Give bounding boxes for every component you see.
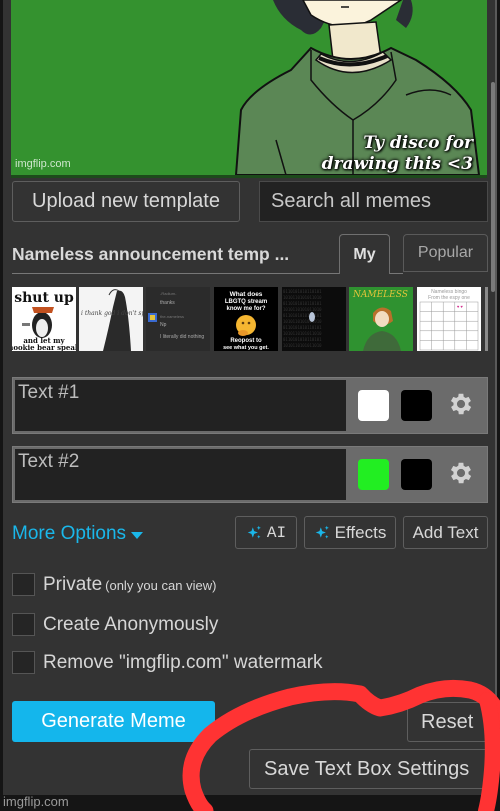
- private-option: Private (only you can view): [12, 573, 216, 596]
- svg-text:-Radium-: -Radium-: [160, 291, 177, 296]
- current-template-title: Nameless announcement temp ...: [12, 244, 290, 264]
- caption-line-2: drawing this <3: [321, 154, 473, 174]
- text-box-2-input[interactable]: [15, 449, 346, 500]
- meme-caption: Ty disco for drawing this <3: [322, 133, 473, 175]
- template-thumbnail[interactable]: i thank god i don't speak: [79, 287, 143, 351]
- generate-meme-button[interactable]: Generate Meme: [12, 701, 215, 742]
- svg-text:1010110101011010: 1010110101011010: [283, 331, 322, 336]
- svg-text:thanks: thanks: [160, 300, 175, 306]
- gear-icon[interactable]: [447, 459, 475, 487]
- ai-label: AI: [266, 523, 287, 542]
- more-options-toggle[interactable]: More Options: [12, 523, 144, 545]
- outline-color-swatch[interactable]: [401, 459, 432, 490]
- anonymous-option: Create Anonymously: [12, 613, 218, 636]
- template-thumbnail[interactable]: What does LBGTQ stream know me for? Reop…: [214, 287, 278, 351]
- svg-text:1010110101011010: 1010110101011010: [283, 319, 322, 324]
- private-label: Private (only you can view): [43, 573, 217, 595]
- svg-text:Np: Np: [160, 322, 167, 328]
- sparkle-icon: [247, 525, 261, 539]
- svg-text:know me for?: know me for?: [226, 306, 265, 312]
- text-color-swatch[interactable]: [358, 390, 389, 421]
- template-thumbnail-strip: shut up and let my nookie bear speak i t…: [12, 287, 488, 351]
- svg-text:i thank god i don't speak: i thank god i don't speak: [81, 310, 143, 317]
- outline-color-swatch[interactable]: [401, 390, 432, 421]
- anonymous-label: Create Anonymously: [43, 613, 219, 635]
- text-box-row-2: [12, 446, 488, 503]
- remove-watermark-label: Remove "imgflip.com" watermark: [43, 651, 323, 673]
- caret-down-icon: [131, 531, 144, 539]
- effects-label: Effects: [334, 522, 387, 542]
- meme-preview: Ty disco for drawing this <3 imgflip.com: [11, 0, 487, 175]
- svg-text:What does: What does: [230, 291, 263, 298]
- preview-border: [11, 175, 487, 178]
- sparkle-icon: [315, 525, 329, 539]
- text-box-row-1: [12, 377, 488, 434]
- reset-button[interactable]: Reset: [407, 702, 497, 742]
- svg-text:1010110101011010: 1010110101011010: [283, 343, 322, 348]
- tab-divider: [12, 273, 340, 274]
- caption-line-1: Ty disco for: [363, 133, 473, 153]
- remove-watermark-checkbox[interactable]: [12, 651, 35, 674]
- svg-text:1010110101011010: 1010110101011010: [283, 307, 322, 312]
- svg-text:I literally did nothing: I literally did nothing: [160, 334, 204, 340]
- page-scrollbar[interactable]: [491, 82, 495, 292]
- svg-text:♥ ♥: ♥ ♥: [457, 304, 463, 309]
- effects-button[interactable]: Effects: [304, 516, 396, 549]
- thumbnail-scrollbar[interactable]: [485, 287, 488, 351]
- text-box-1-input[interactable]: [15, 380, 346, 431]
- text-color-swatch[interactable]: [358, 459, 389, 490]
- preview-watermark: imgflip.com: [15, 158, 71, 170]
- svg-text:0110101010110101: 0110101010110101: [283, 337, 322, 342]
- tab-my[interactable]: My: [339, 234, 390, 274]
- remove-watermark-option: Remove "imgflip.com" watermark: [12, 651, 323, 674]
- ai-button[interactable]: AI: [235, 516, 297, 549]
- svg-text:0110101010110101: 0110101010110101: [283, 289, 322, 294]
- upload-template-button[interactable]: Upload new template: [12, 181, 240, 222]
- svg-text:shut up: shut up: [14, 290, 74, 306]
- svg-text:0110101010110101: 0110101010110101: [283, 325, 322, 330]
- svg-text:Reopost to: Reopost to: [230, 338, 262, 344]
- svg-text:the-nameless: the-nameless: [160, 314, 184, 319]
- svg-text:NAMELESS: NAMELESS: [352, 290, 408, 300]
- svg-text:0110101010110101: 0110101010110101: [283, 313, 322, 318]
- more-options-label: More Options: [12, 523, 127, 544]
- gear-icon[interactable]: [447, 390, 475, 418]
- save-text-box-settings-button[interactable]: Save Text Box Settings: [249, 749, 497, 789]
- svg-text:0110101010110101: 0110101010110101: [283, 301, 322, 306]
- private-checkbox[interactable]: [12, 573, 35, 596]
- template-thumbnail[interactable]: 0110101010110101 1010110101011010 0110101…: [282, 287, 346, 351]
- template-thumbnail[interactable]: NAMELESS: [349, 287, 413, 351]
- search-memes-input[interactable]: [259, 181, 488, 222]
- svg-text:nookie bear speak: nookie bear speak: [12, 343, 76, 351]
- svg-text:From the espy one: From the espy one: [428, 295, 470, 301]
- tab-popular[interactable]: Popular: [403, 234, 488, 272]
- template-thumbnail[interactable]: -Radium- thanks the-nameless Np I litera…: [146, 287, 210, 351]
- tab-divider: [390, 273, 403, 274]
- anonymous-checkbox[interactable]: [12, 613, 35, 636]
- svg-text:LBGTQ stream: LBGTQ stream: [225, 299, 267, 305]
- template-thumbnail[interactable]: Nameless bingo From the espy one ♥ ♥: [417, 287, 481, 351]
- svg-text:see what you get.: see what you get.: [223, 345, 269, 351]
- footer-watermark: imgflip.com: [3, 794, 69, 809]
- svg-text:1010110101011010: 1010110101011010: [283, 295, 322, 300]
- template-thumbnail[interactable]: shut up and let my nookie bear speak: [12, 287, 76, 351]
- add-text-button[interactable]: Add Text: [403, 516, 488, 549]
